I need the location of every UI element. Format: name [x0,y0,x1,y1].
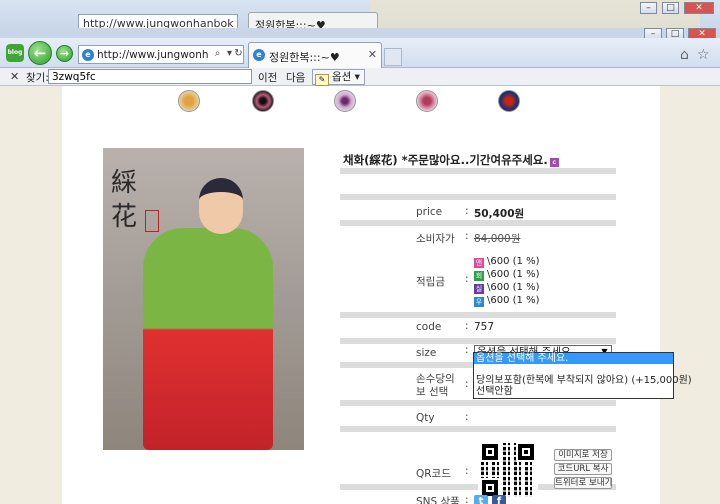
bg-restore-button[interactable]: □ [662,2,679,14]
point-text: \600 (1 %) [487,269,540,280]
search-icon[interactable]: ⌕ [212,48,223,62]
back-arrow-icon[interactable]: ← [28,41,52,65]
colon: : [465,494,469,504]
points-label: 적립금 [416,276,445,288]
browser-window: – □ ✕ blog ← → e http://www.jungwonhanbo… [0,28,720,504]
ie-page-icon: e [82,49,94,61]
qr-finder [480,478,500,498]
address-text[interactable]: http://www.jungwonhanbok [97,49,209,61]
dropdown-option-placeholder[interactable]: 옵션을 선택해 주세요. [474,353,673,364]
new-tab-button[interactable] [384,48,402,66]
tab-close-icon[interactable]: ✕ [368,48,377,61]
qr-label: QR코드 [416,468,451,480]
navigation-bar: blog ← → e http://www.jungwonhanbok ⌕ ▾ … [0,38,720,68]
point-text: \600 (1 %) [487,295,540,306]
price-value: 50,400원 [474,208,525,220]
qr-code-image [478,440,538,500]
bg-close-button[interactable]: ✕ [684,2,714,14]
separator [340,338,616,344]
favorites-star-icon[interactable]: ☆ [697,47,710,63]
size-label: size [416,347,437,359]
points-row-2: 회 \600 (1 %) [474,269,539,281]
colon: : [465,205,469,217]
facebook-icon[interactable]: f [492,495,506,504]
butterfly-category-icon[interactable] [252,90,274,112]
separator [340,400,616,406]
point-badge-icon: 실 [474,284,484,294]
separator [340,168,616,174]
product-title: 채화(綵花) *주문많아요..기간여유주세요. c [343,152,559,168]
points-row-1: 앤 \600 (1 %) [474,256,539,268]
code-label: code [416,321,442,333]
point-text: \600 (1 %) [487,282,540,293]
find-previous-button[interactable]: 이전 [258,70,277,85]
refresh-icon[interactable]: ↻ [233,48,244,62]
product-photo[interactable]: 綵花 [103,148,304,450]
find-bar: ✕ 찾기: 이전 다음 ✎옵션 ▾ [0,68,720,86]
code-value: 757 [474,321,495,333]
tab-title: 정원한복:::~♥ [269,51,340,64]
title-bar [0,28,720,38]
qr-finder [480,442,500,462]
tab-favicon-icon: e [253,49,265,61]
separator [340,312,616,318]
colon: : [465,230,469,242]
qr-finder [516,442,536,462]
consumer-price-label: 소비자가 [416,233,455,245]
hanbok-figure [143,228,273,450]
copy-code-url-button[interactable]: 코드URL 복사 [554,463,612,475]
find-input[interactable] [48,69,252,84]
active-tab[interactable]: e 정원한복:::~♥ ✕ [248,42,382,68]
close-find-bar-icon[interactable]: ✕ [10,70,19,83]
address-bar[interactable]: e http://www.jungwonhanbok ⌕ ▾ ↻ [78,45,244,64]
points-row-4: 우 \600 (1 %) [474,295,539,307]
home-icon[interactable]: ⌂ [680,47,689,63]
product-title-text: 채화(綵花) *주문많아요..기간여유주세요. [343,153,548,167]
find-options-button[interactable]: ✎ 옵션 ▾ [312,69,365,86]
flower-category-icon-4[interactable] [416,90,438,112]
dropdown-option-none[interactable]: 선택안함 [474,386,673,397]
colon: : [465,344,469,356]
price-label: price [416,206,443,218]
find-label: 찾기: [26,72,49,84]
colon: : [465,465,469,477]
separator [340,426,616,432]
highlight-pen-icon: ✎ [315,74,329,86]
sns-label: SNS 상품 [416,496,460,504]
point-badge-icon: 앤 [474,258,484,268]
bg-minimize-button[interactable]: – [640,2,657,14]
colon: : [465,378,469,390]
comment-badge-icon: c [549,158,559,167]
flower-category-icon-5[interactable] [498,90,520,112]
flower-category-icon-1[interactable] [178,90,200,112]
calligraphy-text: 綵花 [111,168,138,232]
send-to-twitter-button[interactable]: 트위터로 보내기 [554,477,612,489]
forward-arrow-icon[interactable]: → [56,45,73,62]
category-icon-row [178,90,538,116]
find-next-button[interactable]: 다음 [286,70,305,85]
red-seal-stamp [145,210,159,232]
dropdown-option-include[interactable]: 당의보포함(한복에 부착되지 않아요) (+15,000원) [474,375,692,386]
child-head [199,178,243,234]
twitter-icon[interactable]: t [474,495,488,504]
handmade-option-label: 손수당의 보 선택 [416,373,455,398]
flower-category-icon-3[interactable] [334,90,356,112]
colon: : [465,273,469,285]
save-as-image-button[interactable]: 이미지로 저장 [554,449,612,461]
point-badge-icon: 회 [474,271,484,281]
find-options-label: 옵션 [332,71,352,83]
point-badge-icon: 우 [474,297,484,307]
blog-badge-icon[interactable]: blog [6,44,24,62]
colon: : [465,411,469,423]
web-page: 綵花 채화(綵花) *주문많아요..기간여유주세요. c price : 50,4… [62,86,660,504]
qty-label: Qty [416,412,435,424]
points-row-3: 실 \600 (1 %) [474,282,539,294]
dropdown-option-empty[interactable] [474,364,673,375]
point-text: \600 (1 %) [487,256,540,267]
separator [340,194,616,200]
consumer-price-value: 84,000원 [474,233,521,245]
handmade-option-dropdown-list[interactable]: 옵션을 선택해 주세요. 당의보포함(한복에 부착되지 않아요) (+15,00… [473,352,692,399]
colon: : [465,320,469,332]
